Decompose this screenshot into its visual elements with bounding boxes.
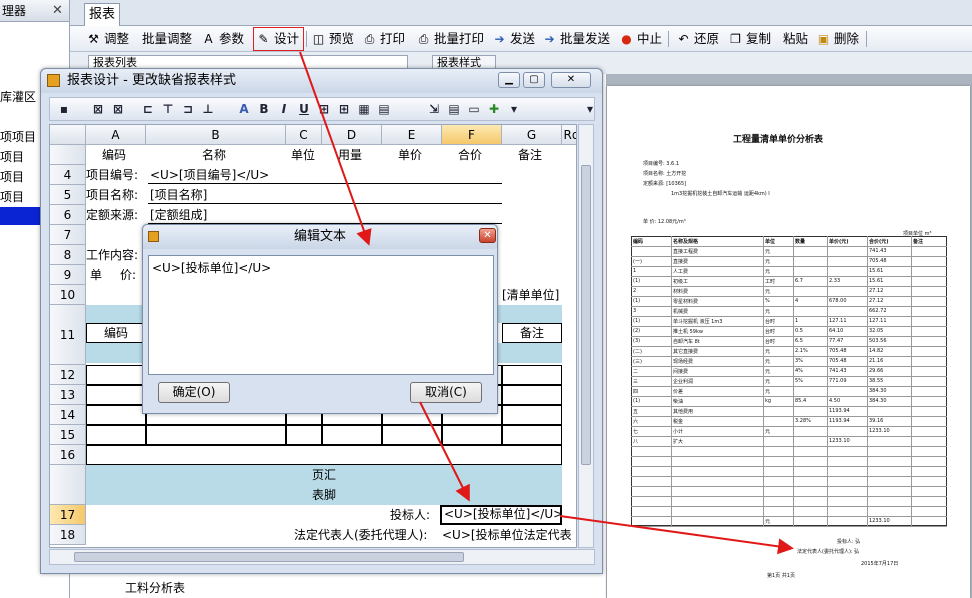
arrow-cell-to-preview [559, 515, 794, 555]
arrow-cancel-to-cell [419, 401, 470, 502]
annotation-arrows [299, 51, 794, 555]
arrow-design-to-edit [299, 51, 372, 246]
